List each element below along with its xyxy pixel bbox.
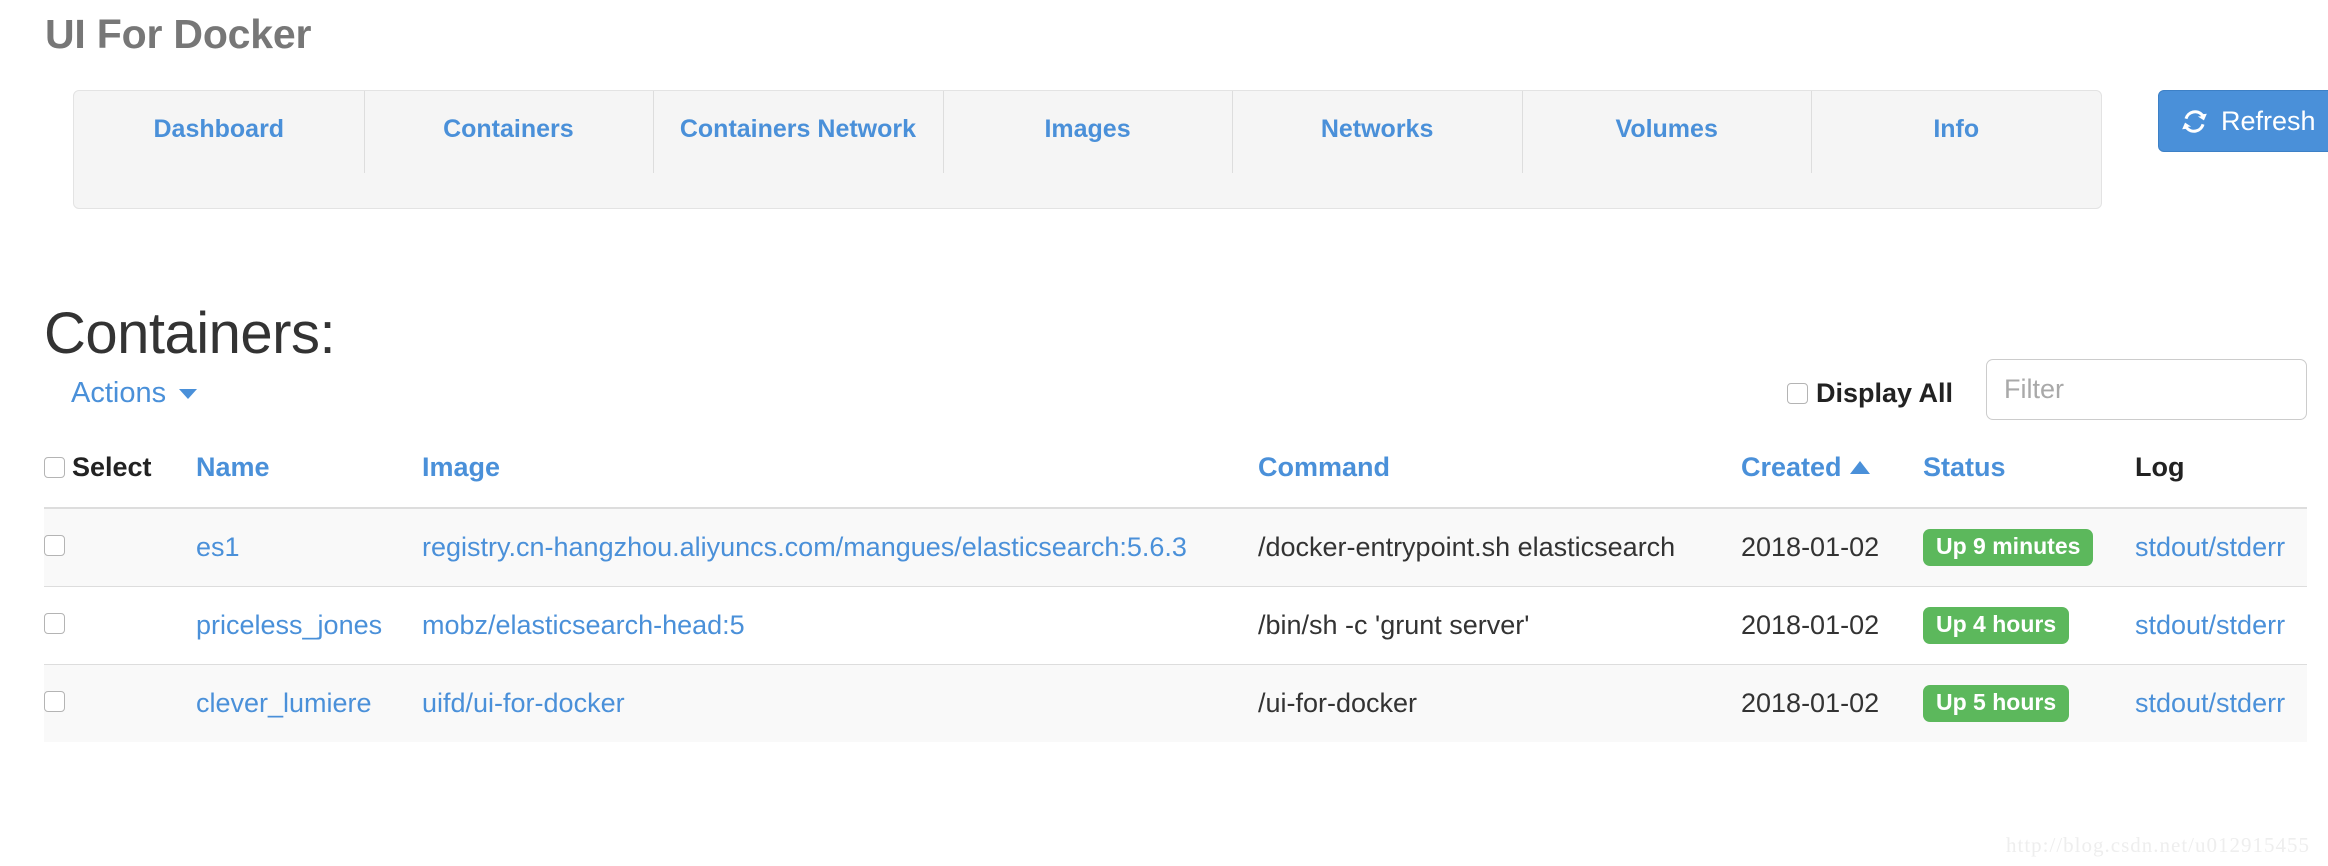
column-header-label: Image <box>422 452 501 482</box>
nav-tab-volumes[interactable]: Volumes <box>1521 91 1812 208</box>
nav-tab-label: Containers Network <box>679 115 917 143</box>
row-image-cell: registry.cn-hangzhou.aliyuncs.com/mangue… <box>422 507 1258 587</box>
page-title: Containers: <box>44 300 336 366</box>
column-header-log: Log <box>2135 440 2307 508</box>
nav-tab-dashboard[interactable]: Dashboard <box>74 91 364 208</box>
row-command-cell: /docker-entrypoint.sh elasticsearch <box>1258 507 1741 587</box>
column-header-image[interactable]: Image <box>422 440 1258 508</box>
container-image-link[interactable]: registry.cn-hangzhou.aliyuncs.com/mangue… <box>422 532 1187 562</box>
row-checkbox[interactable] <box>44 691 65 712</box>
row-log-cell: stdout/stderr <box>2135 586 2307 665</box>
row-log-cell: stdout/stderr <box>2135 664 2307 742</box>
table-row: es1 registry.cn-hangzhou.aliyuncs.com/ma… <box>44 507 2307 587</box>
column-header-created[interactable]: Created <box>1741 440 1923 508</box>
caret-up-icon <box>1849 461 1870 474</box>
nav-tab-label: Info <box>1933 115 1980 143</box>
table-row: clever_lumiere uifd/ui-for-docker /ui-fo… <box>44 664 2307 742</box>
display-all-toggle[interactable]: Display All <box>1787 378 1953 409</box>
container-log-link[interactable]: stdout/stderr <box>2135 610 2285 640</box>
table-header-row: Select Name Image Command Created Status… <box>44 440 2307 508</box>
container-log-link[interactable]: stdout/stderr <box>2135 532 2285 562</box>
row-name-cell: clever_lumiere <box>196 664 422 742</box>
column-header-status[interactable]: Status <box>1923 440 2135 508</box>
main-nav: Dashboard Containers Containers Network … <box>73 90 2102 209</box>
row-name-cell: es1 <box>196 507 422 587</box>
nav-tab-info[interactable]: Info <box>1811 91 2101 208</box>
row-checkbox[interactable] <box>44 613 65 634</box>
caret-down-icon <box>179 388 198 399</box>
column-header-command[interactable]: Command <box>1258 440 1741 508</box>
column-header-label: Select <box>72 452 152 482</box>
column-header-label: Log <box>2135 452 2185 482</box>
nav-tab-networks[interactable]: Networks <box>1232 91 1522 208</box>
column-header-label: Command <box>1258 452 1391 482</box>
actions-dropdown-label: Actions <box>71 377 167 409</box>
nav-tab-containers-network[interactable]: Containers Network <box>653 91 943 208</box>
column-header-label: Created <box>1741 452 1842 482</box>
containers-table: Select Name Image Command Created Status… <box>44 440 2307 742</box>
row-select-cell <box>44 664 196 742</box>
nav-tab-label: Containers <box>443 115 574 143</box>
row-status-cell: Up 5 hours <box>1923 664 2135 742</box>
status-badge: Up 9 minutes <box>1923 529 2094 566</box>
row-status-cell: Up 9 minutes <box>1923 507 2135 587</box>
nav-tab-label: Images <box>1044 115 1131 143</box>
select-all-checkbox[interactable] <box>44 457 65 478</box>
row-command-cell: /bin/sh -c 'grunt server' <box>1258 586 1741 665</box>
column-header-label: Name <box>196 452 270 482</box>
refresh-icon <box>2181 108 2208 135</box>
row-name-cell: priceless_jones <box>196 586 422 665</box>
watermark: http://blog.csdn.net/u012915455 <box>2006 833 2310 857</box>
row-created-cell: 2018-01-02 <box>1741 664 1923 742</box>
column-header-select: Select <box>44 440 196 508</box>
nav-tab-containers[interactable]: Containers <box>363 91 654 208</box>
container-log-link[interactable]: stdout/stderr <box>2135 688 2285 718</box>
container-image-link[interactable]: mobz/elasticsearch-head:5 <box>422 610 745 640</box>
refresh-label: Refresh <box>2221 105 2316 136</box>
app-title: UI For Docker <box>45 11 312 57</box>
actions-dropdown[interactable]: Actions <box>71 377 198 410</box>
filter-input[interactable] <box>1986 359 2307 420</box>
status-badge: Up 5 hours <box>1923 685 2070 722</box>
row-command-cell: /ui-for-docker <box>1258 664 1741 742</box>
refresh-button[interactable]: Refresh <box>2158 90 2328 152</box>
container-name-link[interactable]: es1 <box>196 532 240 562</box>
table-row: priceless_jones mobz/elasticsearch-head:… <box>44 586 2307 665</box>
row-created-cell: 2018-01-02 <box>1741 507 1923 587</box>
display-all-checkbox[interactable] <box>1787 383 1808 404</box>
row-status-cell: Up 4 hours <box>1923 586 2135 665</box>
row-log-cell: stdout/stderr <box>2135 507 2307 587</box>
row-image-cell: mobz/elasticsearch-head:5 <box>422 586 1258 665</box>
container-name-link[interactable]: clever_lumiere <box>196 688 372 718</box>
row-image-cell: uifd/ui-for-docker <box>422 664 1258 742</box>
nav-tab-label: Dashboard <box>153 115 285 143</box>
column-header-name[interactable]: Name <box>196 440 422 508</box>
nav-tab-label: Volumes <box>1615 115 1718 143</box>
row-select-cell <box>44 586 196 665</box>
row-created-cell: 2018-01-02 <box>1741 586 1923 665</box>
display-all-label: Display All <box>1816 378 1954 408</box>
container-image-link[interactable]: uifd/ui-for-docker <box>422 688 625 718</box>
nav-tab-label: Networks <box>1320 115 1434 143</box>
row-select-cell <box>44 507 196 587</box>
container-name-link[interactable]: priceless_jones <box>196 610 382 640</box>
nav-tab-images[interactable]: Images <box>942 91 1233 208</box>
status-badge: Up 4 hours <box>1923 607 2070 644</box>
row-checkbox[interactable] <box>44 535 65 556</box>
column-header-label: Status <box>1923 452 2006 482</box>
